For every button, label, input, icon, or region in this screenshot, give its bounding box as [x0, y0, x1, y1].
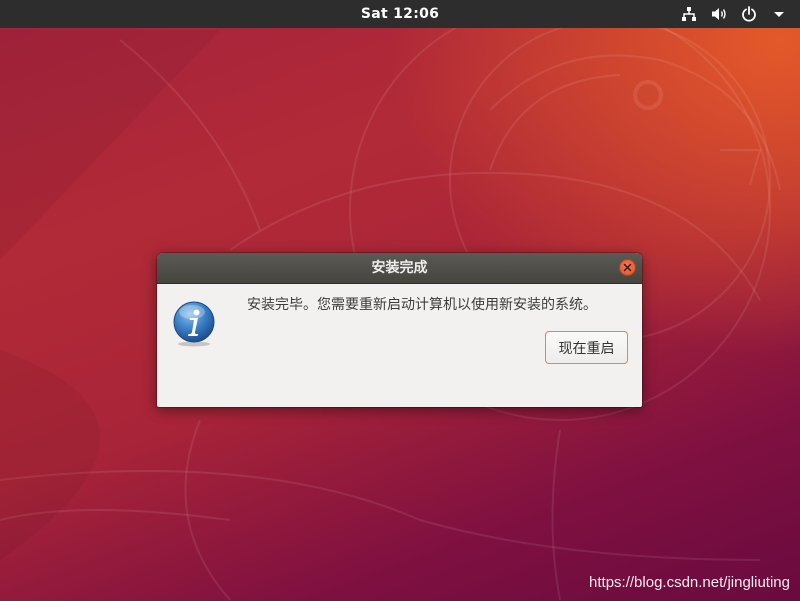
desktop: Sat 12:06 安装完成 安装完毕。您需要重新启动计算机以使用新安装的系统。…	[0, 0, 800, 601]
close-button[interactable]	[619, 259, 636, 276]
dialog-title: 安装完成	[371, 260, 428, 276]
info-icon	[173, 301, 215, 347]
top-bar: Sat 12:06	[0, 0, 800, 28]
dialog-body: 安装完毕。您需要重新启动计算机以使用新安装的系统。 现在重启	[157, 284, 642, 407]
network-icon[interactable]	[680, 5, 698, 23]
install-complete-dialog: 安装完成 安装完毕。您需要重新启动计算机以使用新安装的系统。 现在重启	[157, 253, 642, 407]
power-icon[interactable]	[740, 5, 758, 23]
chevron-down-icon[interactable]	[770, 5, 788, 23]
system-tray[interactable]	[680, 0, 788, 28]
restart-now-button[interactable]: 现在重启	[545, 331, 628, 364]
dialog-message: 安装完毕。您需要重新启动计算机以使用新安装的系统。	[247, 297, 597, 313]
volume-icon[interactable]	[710, 5, 728, 23]
close-icon	[623, 263, 632, 272]
dialog-titlebar[interactable]: 安装完成	[157, 253, 642, 284]
clock[interactable]: Sat 12:06	[361, 6, 439, 22]
watermark-text: https://blog.csdn.net/jingliuting	[589, 574, 790, 591]
